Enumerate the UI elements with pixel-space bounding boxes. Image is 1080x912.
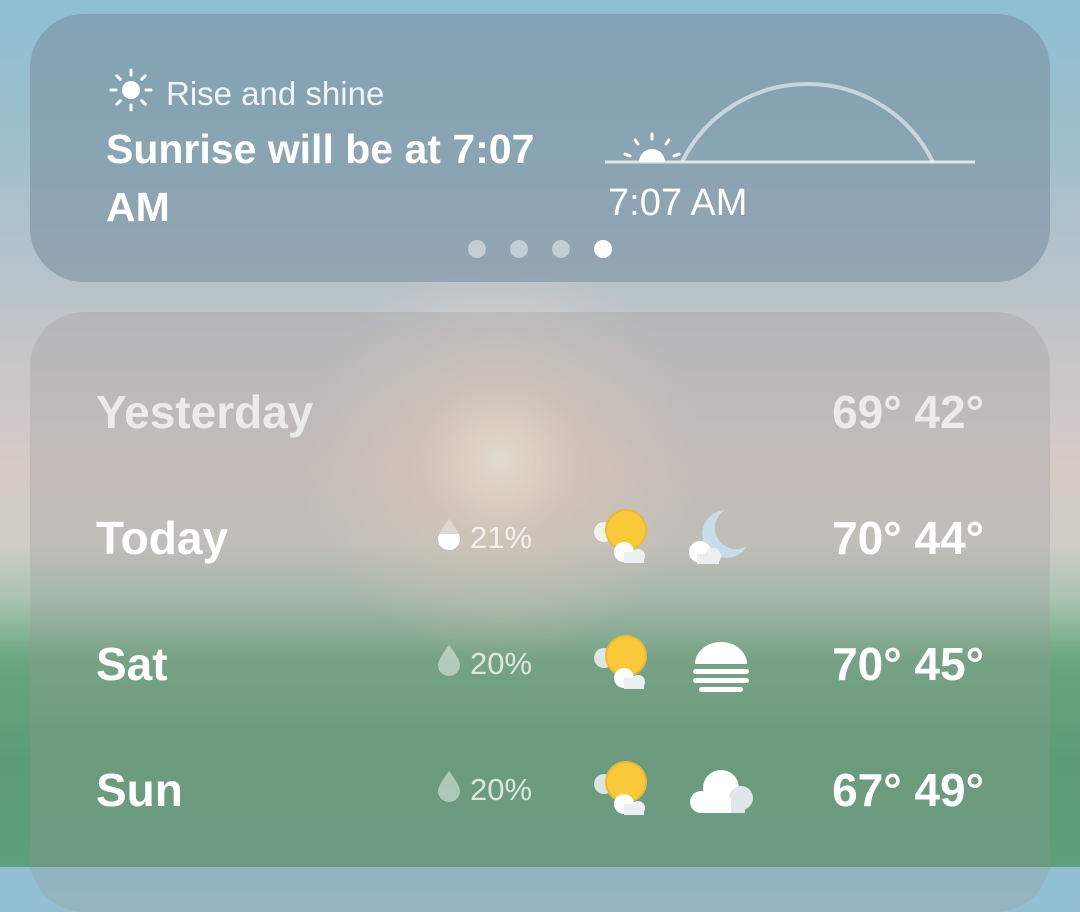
forecast-row-sun[interactable]: Sun 20% 67° 49° [30,750,1050,830]
daily-forecast-card: Yesterday 69° 42° Today 21% 70° 44° Sat … [30,312,1050,912]
cloud-icon [685,758,757,822]
precip-chance: 21% [436,498,532,578]
forecast-row-yesterday[interactable]: Yesterday 69° 42° [30,372,1050,452]
precip-chance: 20% [436,750,532,830]
cloudy-moon-icon [685,506,757,570]
pager-dot[interactable] [510,240,528,258]
sunrise-headline: Sunrise will be at 7:07 AM [106,126,535,230]
forecast-temps: 67° 49° [832,764,984,816]
precip-chance: 20% [436,624,532,704]
sun-position-icon [623,132,681,162]
precip-value: 20% [470,772,533,807]
sun-arc-graphic [605,44,985,184]
forecast-temps: 69° 42° [832,386,984,438]
partly-sunny-icon [590,506,660,570]
partly-sunny-icon [590,758,660,822]
forecast-day-label: Today [96,512,229,564]
precip-value: 21% [470,520,533,555]
forecast-temps: 70° 45° [832,638,984,690]
drop-icon [436,643,462,685]
sun-icon [108,67,154,121]
pager-dot[interactable] [468,240,486,258]
precip-value: 20% [470,646,533,681]
sunrise-time-label: 7:07 AM [608,182,748,224]
forecast-day-label: Yesterday [96,386,314,438]
forecast-row-today[interactable]: Today 21% 70° 44° [30,498,1050,578]
sunrise-eyebrow-label: Rise and shine [166,75,385,112]
sunrise-card[interactable]: Rise and shine Sunrise will be at 7:07 A… [30,14,1050,282]
forecast-day-label: Sat [96,638,168,690]
pager-dot-active[interactable] [594,240,612,258]
partly-sunny-icon [590,632,660,696]
forecast-temps: 70° 44° [832,512,984,564]
sunrise-eyebrow: Rise and shine [108,68,385,114]
fog-icon [685,632,757,696]
forecast-row-sat[interactable]: Sat 20% 70° 45° [30,624,1050,704]
pager-dot[interactable] [552,240,570,258]
card-pager[interactable] [468,240,612,258]
half-drop-icon [436,517,462,559]
forecast-day-label: Sun [96,764,183,816]
drop-icon [436,769,462,811]
